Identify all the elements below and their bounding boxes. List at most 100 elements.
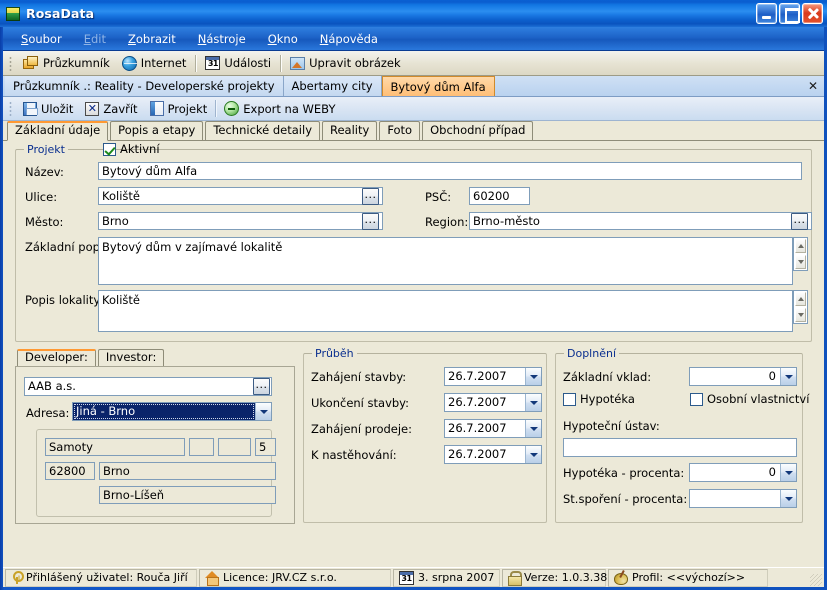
address-zip-input[interactable]: 62800 bbox=[45, 462, 95, 480]
house-icon bbox=[205, 571, 219, 586]
mesto-browse-button[interactable]: ... bbox=[362, 213, 379, 230]
menu-item-soubor[interactable]: Soubor bbox=[11, 29, 72, 49]
st-sporeni-procenta-label: St.spoření - procenta: bbox=[563, 492, 688, 506]
close-button[interactable] bbox=[802, 3, 823, 24]
chevron-down-icon[interactable] bbox=[525, 394, 541, 411]
zahajeni-prodeje-date-combo[interactable]: 26.7.2007 bbox=[444, 419, 542, 438]
psc-input[interactable]: 60200 bbox=[469, 187, 530, 205]
osobni-vlastnictvi-checkbox[interactable]: Osobní vlastnictví bbox=[690, 392, 809, 406]
address-number-input[interactable]: 5 bbox=[255, 438, 276, 456]
status-bar: Přihlášený uživatel: Rouča Jiří Licence:… bbox=[3, 567, 824, 587]
project-button[interactable]: Projekt bbox=[144, 99, 214, 119]
status-user-panel: Přihlášený uživatel: Rouča Jiří bbox=[5, 568, 197, 587]
document-tab-bytovy-dum-alfa[interactable]: Bytový dům Alfa bbox=[381, 76, 495, 96]
developer-company-input[interactable]: AAB a.s. bbox=[24, 377, 272, 396]
popis-lokality-scroll-spinner[interactable] bbox=[793, 290, 808, 324]
document-tab-label: Bytový dům Alfa bbox=[390, 79, 486, 94]
address-street-input[interactable]: Samoty bbox=[45, 438, 185, 456]
toolbar-button-upravit-obrazek[interactable]: Upravit obrázek bbox=[284, 53, 407, 73]
document-tab-abertamy-city[interactable]: Abertamy city bbox=[283, 76, 382, 96]
developer-company-browse-button[interactable]: ... bbox=[253, 378, 270, 395]
globe-icon bbox=[121, 55, 137, 71]
chevron-down-icon[interactable] bbox=[780, 490, 796, 507]
checkbox-box bbox=[690, 392, 703, 406]
menu-item-okno[interactable]: Okno bbox=[258, 29, 308, 49]
minimize-button[interactable] bbox=[756, 3, 777, 24]
toolbar-label: Upravit obrázek bbox=[309, 56, 401, 70]
zakladni-popis-textarea[interactable]: Bytový dům v zajímavé lokalitě bbox=[98, 237, 793, 285]
zahajeni-stavby-date-combo[interactable]: 26.7.2007 bbox=[444, 367, 542, 386]
tab-zakladni-udaje[interactable]: Základní údaje bbox=[7, 121, 109, 141]
zakladni-popis-scroll-spinner[interactable] bbox=[793, 237, 808, 271]
scroll-up-icon[interactable] bbox=[795, 292, 806, 306]
close-tab-icon[interactable]: ✕ bbox=[808, 76, 818, 96]
save-button[interactable]: Uložit bbox=[17, 99, 79, 119]
zakladni-vklad-combo[interactable]: 0 bbox=[689, 367, 797, 386]
toolbar-button-udalosti[interactable]: 31 Události bbox=[199, 53, 277, 73]
maximize-button[interactable] bbox=[779, 3, 800, 24]
hypotecni-ustav-label: Hypoteční ústav: bbox=[563, 419, 660, 433]
k-nastehovani-date-combo[interactable]: 26.7.2007 bbox=[444, 445, 542, 464]
ulice-browse-button[interactable]: ... bbox=[362, 188, 379, 205]
aktivni-checkbox[interactable]: Aktivní bbox=[103, 142, 160, 156]
hypoteka-checkbox[interactable]: Hypotéka bbox=[563, 392, 635, 406]
tab-obchodni-pripad[interactable]: Obchodní případ bbox=[422, 121, 534, 140]
st-sporeni-procenta-combo[interactable] bbox=[689, 489, 797, 508]
chevron-down-icon[interactable] bbox=[525, 446, 541, 463]
chevron-down-icon[interactable] bbox=[525, 368, 541, 385]
nazev-input[interactable]: Bytový dům Alfa bbox=[98, 162, 802, 180]
title-bar: RosaData bbox=[0, 0, 827, 27]
menu-item-napoveda[interactable]: Nápověda bbox=[310, 29, 388, 49]
tab-foto[interactable]: Foto bbox=[379, 121, 421, 140]
chevron-down-icon[interactable] bbox=[780, 368, 796, 385]
menu-item-edit[interactable]: Edit bbox=[74, 29, 116, 49]
developer-panel-body: AAB a.s. ... Adresa: Jiná - Brno Samoty … bbox=[15, 366, 295, 524]
chevron-down-icon[interactable] bbox=[255, 403, 271, 420]
resize-grip[interactable] bbox=[810, 574, 822, 586]
address-extra1-input[interactable] bbox=[189, 438, 214, 456]
adresa-combo-value: Jiná - Brno bbox=[73, 403, 255, 420]
tab-technicke-detaily[interactable]: Technické detaily bbox=[205, 121, 320, 140]
scroll-down-icon[interactable] bbox=[795, 255, 806, 269]
tab-developer[interactable]: Developer: bbox=[17, 349, 96, 366]
scroll-up-icon[interactable] bbox=[795, 239, 806, 253]
hypoteka-procenta-combo[interactable]: 0 bbox=[689, 463, 797, 482]
adresa-combo[interactable]: Jiná - Brno bbox=[72, 402, 272, 421]
address-city-input[interactable]: Brno bbox=[99, 462, 276, 480]
calendar-icon: 31 bbox=[205, 56, 221, 70]
export-web-button[interactable]: Export na WEBY bbox=[218, 99, 341, 119]
k-nastehovani-label: K nastěhování: bbox=[311, 448, 397, 462]
document-tab-label: Průzkumník .: Reality - Developerské pro… bbox=[13, 79, 275, 93]
address-district-input[interactable]: Brno-Líšeň bbox=[99, 486, 276, 504]
tab-reality[interactable]: Reality bbox=[322, 121, 378, 140]
document-tab-pruzkumnik[interactable]: Průzkumník .: Reality - Developerské pro… bbox=[5, 76, 284, 96]
region-browse-button[interactable]: ... bbox=[791, 213, 808, 230]
hypoteka-procenta-label: Hypotéka - procenta: bbox=[563, 466, 685, 480]
toolbar-button-internet[interactable]: Internet bbox=[116, 53, 193, 73]
status-license-text: Licence: JRV.CZ s.r.o. bbox=[223, 571, 337, 584]
close-record-button[interactable]: ✕ Zavřít bbox=[79, 99, 143, 119]
region-input[interactable]: Brno-město bbox=[469, 212, 812, 230]
scroll-down-icon[interactable] bbox=[795, 308, 806, 322]
tab-investor[interactable]: Investor: bbox=[97, 349, 165, 366]
st-sporeni-procenta-value bbox=[690, 490, 780, 507]
ulice-input[interactable]: Koliště bbox=[98, 187, 383, 205]
toolbar-label: Průzkumník bbox=[43, 56, 110, 70]
menu-item-nastroje[interactable]: Nástroje bbox=[188, 29, 256, 49]
toolbar-button-pruzkumnik[interactable]: Průzkumník bbox=[17, 53, 116, 73]
chevron-down-icon[interactable] bbox=[525, 420, 541, 437]
form-toolbar-grip[interactable] bbox=[7, 100, 14, 117]
toolbar-grip[interactable] bbox=[7, 54, 14, 72]
chevron-down-icon[interactable] bbox=[780, 464, 796, 481]
tab-popis-a-etapy[interactable]: Popis a etapy bbox=[110, 121, 204, 140]
ukonceni-stavby-date-combo[interactable]: 26.7.2007 bbox=[444, 393, 542, 412]
mesto-input[interactable]: Brno bbox=[98, 212, 383, 230]
popis-lokality-textarea[interactable]: Koliště bbox=[98, 290, 793, 332]
menu-item-zobrazit[interactable]: Zobrazit bbox=[118, 29, 186, 49]
document-tab-strip: Průzkumník .: Reality - Developerské pro… bbox=[3, 76, 824, 97]
address-extra2-input[interactable] bbox=[218, 438, 251, 456]
hypotecni-ustav-input[interactable] bbox=[563, 438, 797, 457]
form-toolbar: Uložit ✕ Zavřít Projekt Export na WEBY bbox=[3, 97, 824, 121]
region-label: Region: bbox=[425, 215, 469, 229]
sub-tab-strip: Základní údaje Popis a etapy Technické d… bbox=[3, 121, 824, 141]
